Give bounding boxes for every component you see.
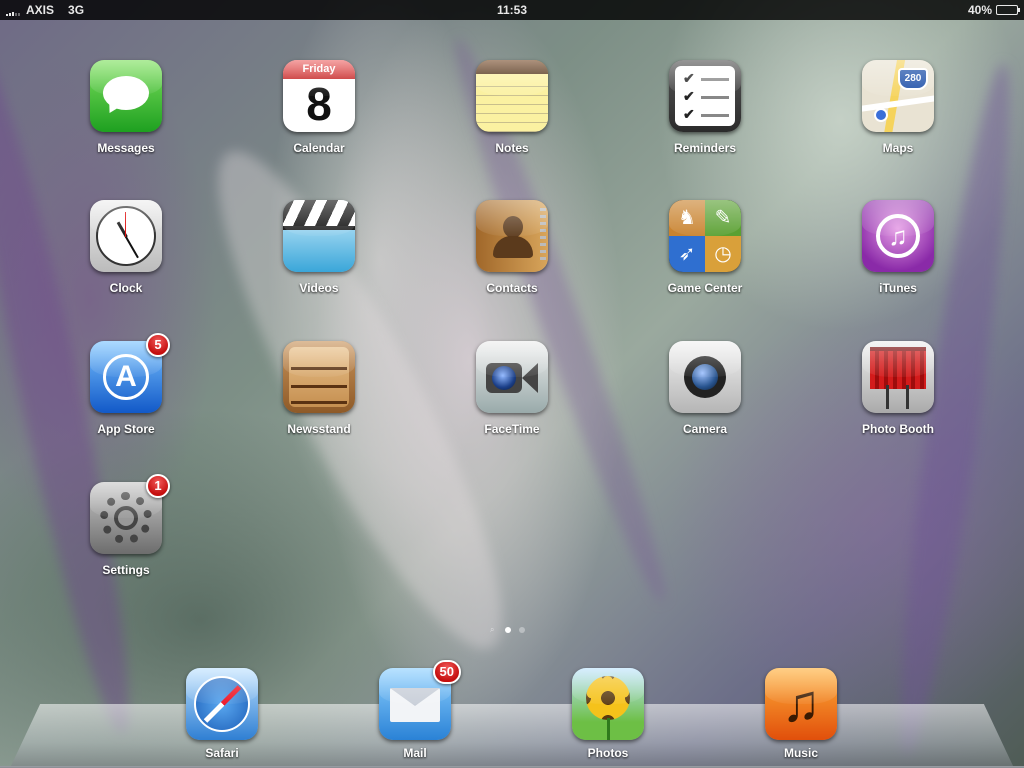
app-videos[interactable]: Videos bbox=[259, 200, 379, 295]
app-label: iTunes bbox=[879, 281, 917, 295]
notification-badge: 1 bbox=[146, 474, 170, 498]
app-label: Videos bbox=[299, 281, 339, 295]
app-newsstand[interactable]: Newsstand bbox=[259, 341, 379, 436]
sunflower-icon bbox=[572, 668, 644, 740]
app-label: Newsstand bbox=[287, 422, 351, 436]
music-note-circle-icon: ♫ bbox=[862, 200, 934, 272]
app-label: Clock bbox=[109, 281, 143, 295]
compass-icon bbox=[186, 668, 258, 740]
page-dot-1[interactable] bbox=[505, 626, 511, 633]
notepad-icon bbox=[476, 60, 548, 132]
dock bbox=[0, 704, 1024, 768]
app-app-store[interactable]: 5 A App Store bbox=[66, 333, 186, 436]
music-note-icon: ♫ bbox=[765, 668, 837, 740]
notification-badge: 5 bbox=[146, 333, 170, 357]
app-maps[interactable]: 280 Maps bbox=[838, 60, 958, 155]
app-game-center[interactable]: ♞ ✎ ➶ ◷ Game Center bbox=[645, 200, 765, 295]
app-label: Mail bbox=[403, 746, 427, 760]
app-label: Safari bbox=[205, 746, 239, 760]
highway-shield: 280 bbox=[898, 68, 928, 90]
clapperboard-icon bbox=[283, 200, 355, 272]
video-camera-icon bbox=[476, 341, 548, 413]
spotlight-search-icon[interactable]: ⌕ bbox=[490, 626, 497, 634]
app-label: Game Center bbox=[667, 281, 743, 295]
app-label: Calendar bbox=[293, 141, 345, 155]
map-icon: 280 bbox=[862, 60, 934, 132]
app-contacts[interactable]: Contacts bbox=[452, 200, 572, 295]
app-notes[interactable]: Notes bbox=[452, 60, 572, 155]
app-label: App Store bbox=[97, 422, 155, 436]
curtain-booth-icon bbox=[862, 341, 934, 413]
app-label: Messages bbox=[97, 141, 155, 155]
checklist-icon: ✔ ✔ ✔ bbox=[669, 60, 741, 132]
app-itunes[interactable]: ♫ iTunes bbox=[838, 200, 958, 295]
app-label: Music bbox=[783, 746, 818, 760]
app-reminders[interactable]: ✔ ✔ ✔ Reminders bbox=[645, 60, 765, 155]
app-messages[interactable]: Messages bbox=[66, 60, 186, 155]
app-label: Contacts bbox=[486, 281, 538, 295]
app-camera[interactable]: Camera bbox=[645, 341, 765, 436]
game-center-icon: ♞ ✎ ➶ ◷ bbox=[669, 200, 741, 272]
app-label: Settings bbox=[102, 563, 150, 577]
address-book-icon bbox=[476, 200, 548, 272]
clock-icon bbox=[90, 200, 162, 272]
app-calendar[interactable]: Friday 8 Calendar bbox=[259, 60, 379, 155]
calendar-icon: Friday 8 bbox=[283, 60, 355, 132]
app-label: Reminders bbox=[673, 141, 737, 155]
dock-app-mail[interactable]: 50 Mail bbox=[355, 660, 475, 760]
battery-icon bbox=[996, 5, 1020, 15]
battery-percent: 40% bbox=[967, 3, 992, 17]
app-label: Notes bbox=[495, 141, 529, 155]
app-photo-booth[interactable]: Photo Booth bbox=[838, 341, 958, 436]
camera-lens-icon bbox=[669, 341, 741, 413]
dock-app-photos[interactable]: Photos bbox=[548, 668, 668, 760]
app-label: Maps bbox=[882, 141, 914, 155]
app-label: Camera bbox=[682, 422, 728, 436]
app-settings[interactable]: 1 Settings bbox=[66, 474, 186, 577]
status-bar: AXIS 3G 11:53 40% bbox=[0, 0, 1024, 20]
notification-badge: 50 bbox=[432, 660, 461, 684]
calendar-day-number: 8 bbox=[306, 78, 332, 130]
app-label: Photos bbox=[587, 746, 629, 760]
page-dot-2[interactable] bbox=[519, 626, 525, 633]
speech-bubble-icon bbox=[90, 60, 162, 132]
dock-app-music[interactable]: ♫ Music bbox=[741, 668, 861, 760]
app-facetime[interactable]: FaceTime bbox=[452, 341, 572, 436]
bookshelf-icon bbox=[283, 341, 355, 413]
calendar-day-name: Friday bbox=[283, 60, 355, 79]
clock-time: 11:53 bbox=[496, 3, 528, 17]
app-clock[interactable]: Clock bbox=[66, 200, 186, 295]
app-label: FaceTime bbox=[484, 422, 540, 436]
dock-app-safari[interactable]: Safari bbox=[162, 668, 282, 760]
app-label: Photo Booth bbox=[862, 422, 934, 436]
page-indicator[interactable]: ⌕ bbox=[490, 626, 525, 634]
